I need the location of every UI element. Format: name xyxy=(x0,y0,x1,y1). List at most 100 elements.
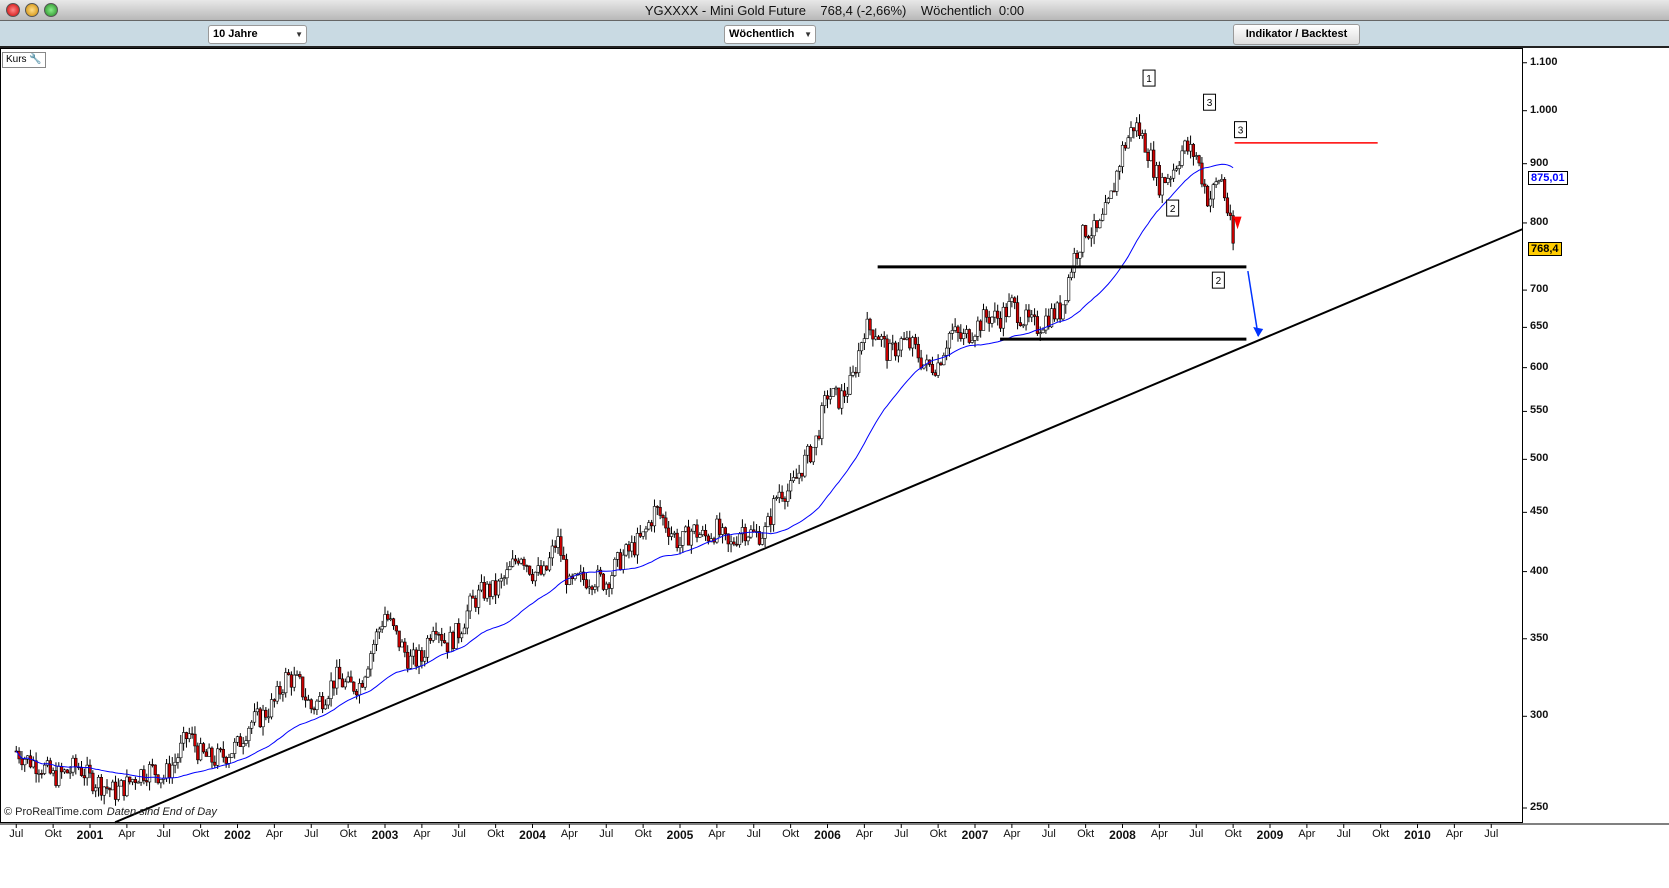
candle xyxy=(431,631,435,641)
candle xyxy=(1004,306,1008,317)
candle xyxy=(786,490,790,502)
price-chart[interactable]: 1 3 2 3 2 xyxy=(0,48,1669,888)
x-tick-label: Okt xyxy=(929,828,947,840)
candle xyxy=(718,518,722,535)
candle xyxy=(633,542,637,556)
candle xyxy=(933,372,937,376)
candle xyxy=(139,769,143,783)
candle xyxy=(267,716,271,719)
candle xyxy=(692,524,696,532)
chevron-down-icon: ▼ xyxy=(295,30,303,39)
candle xyxy=(258,708,262,728)
y-tick-label: 350 xyxy=(1530,631,1549,644)
x-tick-label: Apr xyxy=(708,828,726,840)
candle xyxy=(1129,127,1133,139)
interval-select[interactable]: Wöchentlich ▼ xyxy=(724,25,816,44)
candle xyxy=(684,526,688,532)
candle xyxy=(1069,271,1074,278)
x-tick-label: Apr xyxy=(118,828,136,840)
x-tick-label: 2001 xyxy=(76,828,104,842)
candle xyxy=(187,733,191,740)
candle xyxy=(562,555,566,560)
candle xyxy=(808,445,813,463)
wrench-icon[interactable]: 🔧 xyxy=(29,54,41,65)
period-select[interactable]: 10 Jahre ▼ xyxy=(208,25,307,44)
candle xyxy=(919,357,923,369)
candle xyxy=(766,516,770,527)
candle xyxy=(369,653,373,670)
candle xyxy=(31,760,35,768)
candle xyxy=(457,623,461,639)
candle xyxy=(196,745,200,761)
x-tick-label: Jul xyxy=(599,828,614,840)
candle xyxy=(879,336,883,340)
candle xyxy=(789,480,793,492)
zoom-window-button[interactable] xyxy=(44,3,58,17)
candle xyxy=(1089,235,1093,239)
candle xyxy=(871,329,875,340)
candle xyxy=(828,396,832,400)
candle xyxy=(1055,302,1059,320)
candle xyxy=(1186,140,1190,152)
close-window-button[interactable] xyxy=(6,3,20,17)
candle xyxy=(372,644,376,654)
candle xyxy=(1137,122,1142,136)
candle xyxy=(71,757,75,773)
x-tick-label: Jul xyxy=(1484,828,1499,840)
plot-frame xyxy=(0,48,1523,823)
candle xyxy=(984,309,988,318)
candle xyxy=(885,338,889,361)
candle xyxy=(278,686,282,695)
candle xyxy=(79,767,84,776)
candle xyxy=(346,676,350,683)
candle xyxy=(550,545,554,559)
candle xyxy=(737,533,742,545)
wave-label: 2 xyxy=(1216,276,1222,287)
candle xyxy=(1109,190,1113,199)
candle xyxy=(667,527,671,537)
candle xyxy=(284,672,288,694)
minimize-window-button[interactable] xyxy=(25,3,39,17)
candle xyxy=(318,696,322,702)
candle xyxy=(893,342,898,357)
candle xyxy=(868,318,872,331)
candle xyxy=(635,533,640,556)
candle xyxy=(797,472,801,479)
candle xyxy=(1163,177,1167,183)
candle xyxy=(261,709,265,728)
candle xyxy=(902,338,906,340)
candle xyxy=(681,531,685,546)
y-tick-label: 1.100 xyxy=(1530,55,1558,68)
candle xyxy=(1021,324,1025,327)
candle xyxy=(1001,306,1005,329)
candle xyxy=(45,760,50,766)
candle xyxy=(264,709,268,718)
x-tick-label: Apr xyxy=(413,828,431,840)
candle xyxy=(349,676,353,683)
toolbar: 10 Jahre ▼ Wöchentlich ▼ Indikator / Backt… xyxy=(0,21,1669,48)
candle xyxy=(1208,198,1213,207)
candle xyxy=(1035,316,1040,334)
candle xyxy=(669,533,674,537)
candle xyxy=(916,343,920,359)
candle xyxy=(1194,155,1198,157)
candle xyxy=(596,569,600,588)
candle xyxy=(459,633,464,639)
candle xyxy=(275,686,279,702)
candle xyxy=(355,691,359,696)
candle xyxy=(945,347,949,356)
candle xyxy=(525,565,529,567)
candle xyxy=(281,692,285,695)
indicator-backtest-button[interactable]: Indikator / Backtest xyxy=(1233,24,1360,45)
candle xyxy=(366,668,370,678)
candle xyxy=(613,559,617,576)
candle xyxy=(391,618,396,627)
x-tick-label: Apr xyxy=(1150,828,1168,840)
candle xyxy=(1203,183,1207,187)
candle xyxy=(414,649,418,667)
candle xyxy=(48,760,52,774)
candle xyxy=(973,336,977,341)
candle xyxy=(201,743,206,753)
candle xyxy=(1075,253,1079,259)
x-tick-label: 2003 xyxy=(371,828,399,842)
